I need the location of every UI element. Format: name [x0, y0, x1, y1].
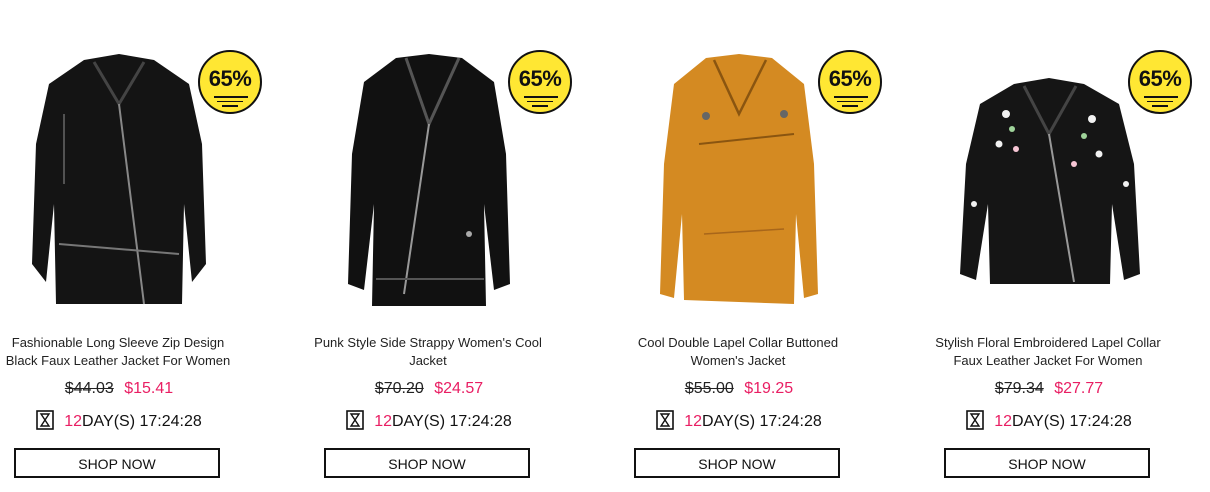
discount-value: 65%: [518, 66, 562, 91]
countdown-days-label: DAY(S): [82, 413, 136, 430]
jacket-image: [348, 54, 510, 306]
countdown-time: 17:24:28: [449, 413, 512, 430]
hourglass-icon: [656, 410, 675, 430]
price-row: $55.00 $19.25: [614, 380, 864, 398]
countdown-time: 17:24:28: [139, 413, 202, 430]
sale-price: $24.57: [434, 380, 484, 397]
original-price: $79.34: [994, 380, 1044, 397]
product-card: 65% Fashionable Long Sleeve Zip Design B…: [0, 0, 262, 492]
product-grid: 65% Fashionable Long Sleeve Zip Design B…: [0, 0, 1210, 492]
countdown-timer: 12DAY(S) 17:24:28: [614, 410, 864, 431]
price-row: $44.03 $15.41: [0, 380, 244, 398]
discount-badge: 65%: [1128, 50, 1192, 114]
product-image[interactable]: 65%: [0, 14, 262, 324]
original-price: $55.00: [684, 380, 734, 397]
product-card: 65% Cool Double Lapel Collar Buttoned Wo…: [614, 0, 882, 492]
shop-now-button[interactable]: SHOP NOW: [14, 448, 220, 478]
countdown-days: 12: [64, 413, 82, 430]
discount-value: 65%: [208, 66, 252, 91]
product-image[interactable]: 65%: [614, 14, 882, 324]
hourglass-icon: [966, 410, 985, 430]
sale-price: $19.25: [744, 380, 794, 397]
countdown-days-label: DAY(S): [702, 413, 756, 430]
sale-price: $27.77: [1054, 380, 1104, 397]
jacket-image: [32, 54, 206, 305]
jacket-image: [660, 54, 818, 304]
countdown-days: 12: [374, 413, 392, 430]
countdown-days: 12: [684, 413, 702, 430]
discount-badge: 65%: [198, 50, 262, 114]
countdown-time: 17:24:28: [759, 413, 822, 430]
discount-badge: 65%: [818, 50, 882, 114]
original-price: $44.03: [64, 380, 114, 397]
product-title[interactable]: Cool Double Lapel Collar Buttoned Women'…: [620, 334, 856, 370]
hourglass-icon: [36, 410, 55, 430]
countdown-days-label: DAY(S): [392, 413, 446, 430]
product-image[interactable]: 65%: [304, 14, 572, 324]
price-row: $79.34 $27.77: [924, 380, 1174, 398]
product-title[interactable]: Fashionable Long Sleeve Zip Design Black…: [0, 334, 236, 370]
price-row: $70.20 $24.57: [304, 380, 554, 398]
shop-now-button[interactable]: SHOP NOW: [634, 448, 840, 478]
countdown-time: 17:24:28: [1069, 413, 1132, 430]
shop-now-button[interactable]: SHOP NOW: [944, 448, 1150, 478]
discount-value: 65%: [1138, 66, 1182, 91]
discount-value: 65%: [828, 66, 872, 91]
product-title[interactable]: Stylish Floral Embroidered Lapel Collar …: [930, 334, 1166, 370]
sale-price: $15.41: [124, 380, 174, 397]
hourglass-icon: [346, 410, 365, 430]
shop-now-button[interactable]: SHOP NOW: [324, 448, 530, 478]
countdown-days: 12: [994, 413, 1012, 430]
product-title[interactable]: Punk Style Side Strappy Women's Cool Jac…: [310, 334, 546, 370]
discount-badge: 65%: [508, 50, 572, 114]
countdown-timer: 12DAY(S) 17:24:28: [0, 410, 244, 431]
original-price: $70.20: [374, 380, 424, 397]
countdown-days-label: DAY(S): [1012, 413, 1066, 430]
product-image[interactable]: 65%: [924, 14, 1192, 324]
product-card: 65% Stylish Floral Embroidered Lapel Col…: [924, 0, 1192, 492]
jacket-image: [960, 78, 1140, 284]
countdown-timer: 12DAY(S) 17:24:28: [924, 410, 1174, 431]
product-card: 65% Punk Style Side Strappy Women's Cool…: [304, 0, 572, 492]
countdown-timer: 12DAY(S) 17:24:28: [304, 410, 554, 431]
